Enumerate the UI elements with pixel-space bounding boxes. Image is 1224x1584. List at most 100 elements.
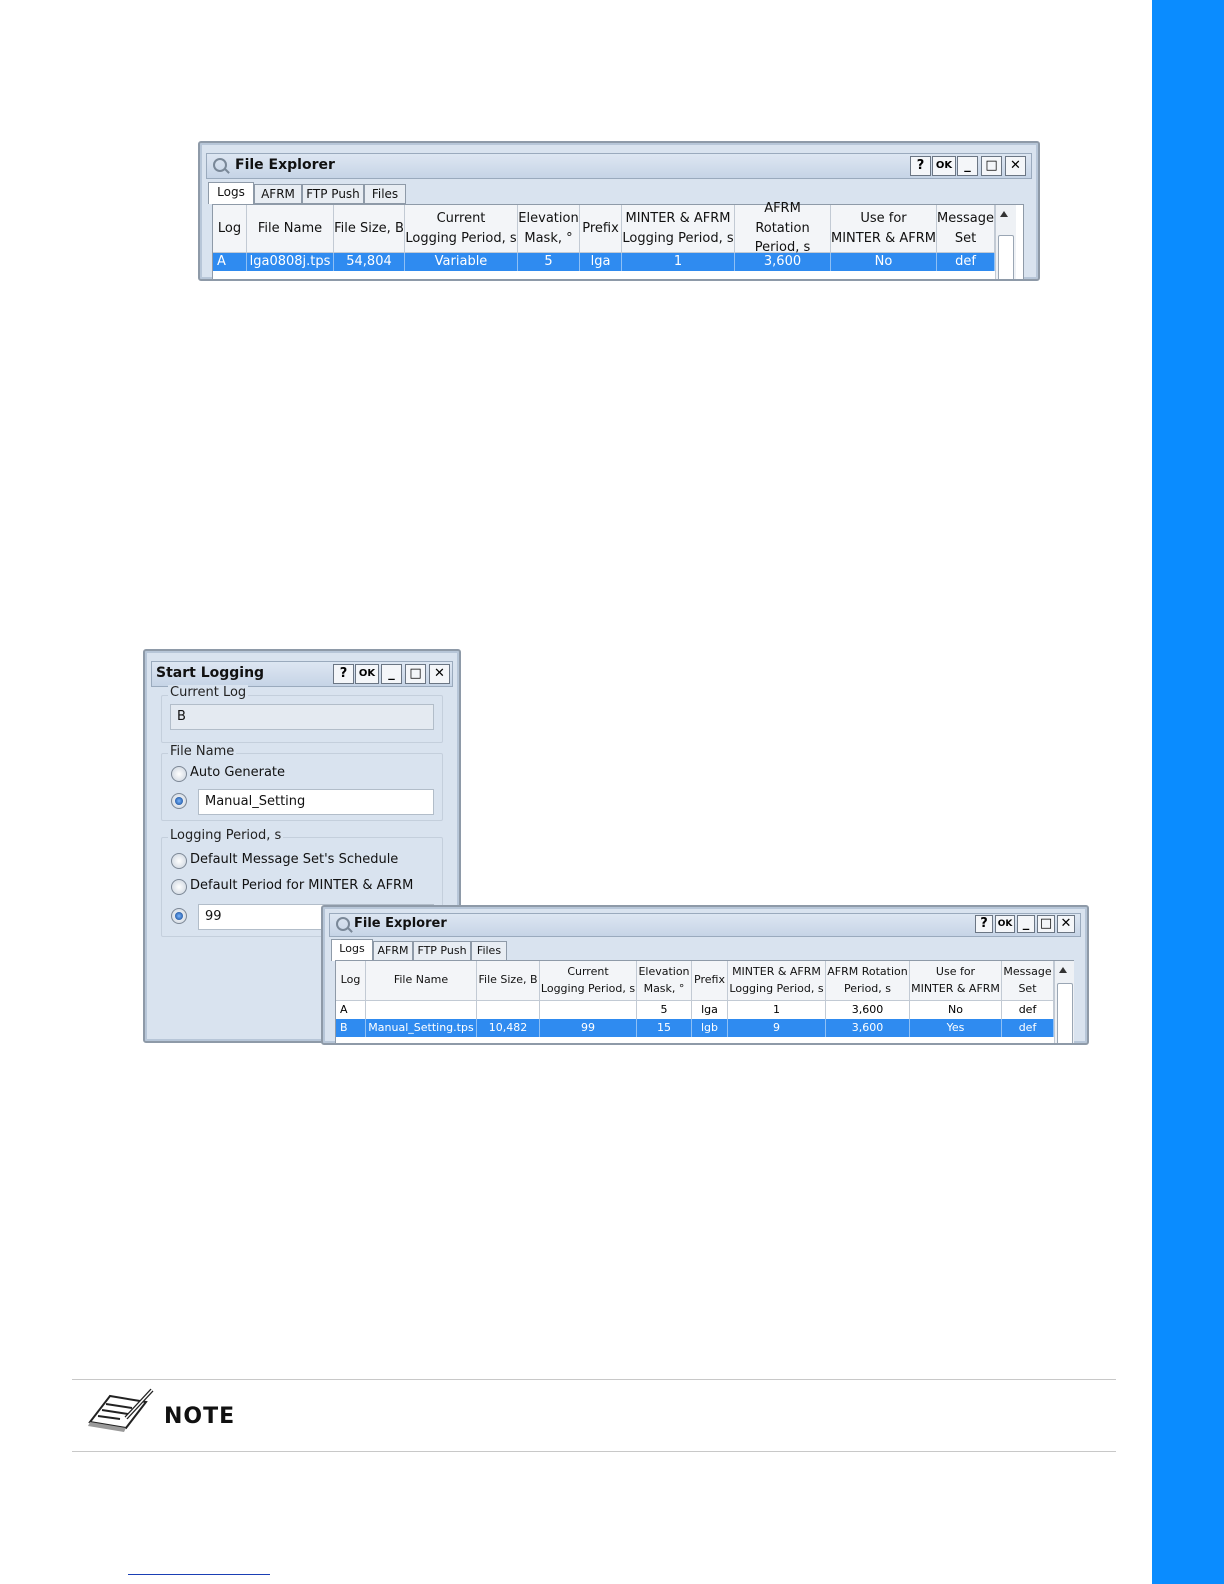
minimize-button[interactable]: _ xyxy=(1017,915,1035,933)
table-cell: lga xyxy=(692,1001,728,1019)
table-cell: A xyxy=(213,253,247,271)
table-cell xyxy=(540,1001,637,1019)
column-header[interactable]: Message Set xyxy=(937,205,995,253)
auto-generate-radio[interactable] xyxy=(171,766,187,782)
column-header[interactable]: Prefix xyxy=(580,205,622,253)
table-cell: A xyxy=(336,1001,366,1019)
table-cell: 5 xyxy=(518,253,580,271)
column-header[interactable]: File Size, B xyxy=(334,205,405,253)
close-button[interactable]: ✕ xyxy=(1005,156,1026,176)
table-cell: lgb xyxy=(692,1019,728,1037)
table-cell: def xyxy=(1002,1019,1054,1037)
tab-ftp-push[interactable]: FTP Push xyxy=(302,184,364,204)
custom-period-radio[interactable] xyxy=(171,908,187,924)
minimize-button[interactable]: _ xyxy=(957,156,978,176)
page-side-bar xyxy=(1152,0,1224,1584)
table-cell: 3,600 xyxy=(735,253,831,271)
start-logging-title-bar[interactable]: Start Logging ? OK _ □ ✕ xyxy=(151,661,453,687)
vertical-scrollbar[interactable] xyxy=(995,205,1016,279)
table-cell xyxy=(366,1001,477,1019)
close-button[interactable]: ✕ xyxy=(429,664,450,684)
note-pencil-icon xyxy=(88,1388,154,1432)
column-header[interactable]: Use for MINTER & AFRM xyxy=(831,205,937,253)
vertical-scrollbar[interactable] xyxy=(1054,961,1074,1043)
tab-logs[interactable]: Logs xyxy=(208,182,254,204)
column-header[interactable]: File Size, B xyxy=(477,961,540,1001)
maximize-button[interactable]: □ xyxy=(405,664,426,684)
tab-files[interactable]: Files xyxy=(364,184,406,204)
column-header[interactable]: AFRM Rotation Period, s xyxy=(826,961,910,1001)
note-top-rule xyxy=(72,1379,1116,1380)
table-cell: No xyxy=(831,253,937,271)
tab-afrm[interactable]: AFRM xyxy=(373,941,413,961)
column-header[interactable]: File Name xyxy=(247,205,334,253)
manual-setting-radio[interactable] xyxy=(171,793,187,809)
default-minter-label[interactable]: Default Period for MINTER & AFRM xyxy=(190,878,413,893)
table-row[interactable]: B Manual_Setting.tps 10,482 99 15 lgb 9 3,600 Ye… xyxy=(336,1019,1054,1037)
column-header[interactable]: Elevation Mask, ° xyxy=(518,205,580,253)
column-header[interactable]: Log xyxy=(213,205,247,253)
column-header[interactable]: File Name xyxy=(366,961,477,1001)
table-cell: 15 xyxy=(637,1019,692,1037)
table-cell: lga0808j.tps xyxy=(247,253,334,271)
close-button[interactable]: ✕ xyxy=(1057,915,1075,933)
table-row[interactable]: Alga0808j.tps 54,804 Variable 5 lga 1 3,600 No d… xyxy=(213,253,995,271)
maximize-button[interactable]: □ xyxy=(981,156,1002,176)
scroll-up-icon[interactable] xyxy=(1059,967,1067,973)
help-button[interactable]: ? xyxy=(333,664,354,684)
file-name-label: File Name xyxy=(168,744,237,759)
table-cell: def xyxy=(937,253,995,271)
table-row[interactable]: A 5 lga 1 3,600 No def xyxy=(336,1001,1054,1019)
tab-files[interactable]: Files xyxy=(471,941,507,961)
tab-afrm[interactable]: AFRM xyxy=(254,184,302,204)
default-message-set-radio[interactable] xyxy=(171,853,187,869)
current-log-label: Current Log xyxy=(168,685,249,700)
column-header[interactable]: Current Logging Period, s xyxy=(405,205,518,253)
scroll-thumb[interactable] xyxy=(1057,983,1073,1043)
file-explorer-title-bar[interactable]: File Explorer ? OK _ □ ✕ xyxy=(206,153,1032,179)
table-cell: 5 xyxy=(637,1001,692,1019)
column-header[interactable]: MINTER & AFRM Logging Period, s xyxy=(728,961,826,1001)
scroll-thumb[interactable] xyxy=(998,235,1014,279)
ok-button[interactable]: OK xyxy=(355,664,379,684)
search-icon xyxy=(213,158,227,172)
column-header[interactable]: Message Set xyxy=(1002,961,1054,1001)
tab-logs[interactable]: Logs xyxy=(331,939,373,961)
table-cell: No xyxy=(910,1001,1002,1019)
column-header[interactable]: Prefix xyxy=(692,961,728,1001)
table-cell: 1 xyxy=(622,253,735,271)
file-explorer-window-1: File Explorer ? OK _ □ ✕ Logs AFRM FTP Pus… xyxy=(198,141,1040,281)
table-cell: lga xyxy=(580,253,622,271)
footer-link-underline[interactable] xyxy=(128,1574,270,1575)
table-cell: 9 xyxy=(728,1019,826,1037)
column-header[interactable]: MINTER & AFRM Logging Period, s xyxy=(622,205,735,253)
file-explorer-title-bar[interactable]: File Explorer ? OK _ □ ✕ xyxy=(329,913,1081,937)
default-message-set-label[interactable]: Default Message Set's Schedule xyxy=(190,852,398,867)
table-cell: 3,600 xyxy=(826,1019,910,1037)
maximize-button[interactable]: □ xyxy=(1037,915,1055,933)
table-cell: 1 xyxy=(728,1001,826,1019)
column-header[interactable]: Current Logging Period, s xyxy=(540,961,637,1001)
current-log-field: B xyxy=(170,704,434,730)
scroll-up-icon[interactable] xyxy=(1000,211,1008,217)
column-header[interactable]: Use for MINTER & AFRM xyxy=(910,961,1002,1001)
default-minter-radio[interactable] xyxy=(171,879,187,895)
file-name-input[interactable]: Manual_Setting xyxy=(198,789,434,815)
column-header[interactable]: AFRM Rotation Period, s xyxy=(735,201,831,255)
auto-generate-label[interactable]: Auto Generate xyxy=(190,765,285,780)
ok-button[interactable]: OK xyxy=(995,915,1015,933)
column-header[interactable]: Elevation Mask, ° xyxy=(637,961,692,1001)
search-icon xyxy=(336,917,350,931)
explorer-tabs: Logs AFRM FTP Push Files xyxy=(331,939,731,961)
minimize-button[interactable]: _ xyxy=(381,664,402,684)
table-cell: Manual_Setting.tps xyxy=(366,1019,477,1037)
table-cell: def xyxy=(1002,1001,1054,1019)
ok-button[interactable]: OK xyxy=(932,156,956,176)
table-cell: 10,482 xyxy=(477,1019,540,1037)
explorer-tabs: Logs AFRM FTP Push Files xyxy=(208,182,608,204)
help-button[interactable]: ? xyxy=(910,156,931,176)
table-cell xyxy=(477,1001,540,1019)
tab-ftp-push[interactable]: FTP Push xyxy=(413,941,471,961)
column-header[interactable]: Log xyxy=(336,961,366,1001)
help-button[interactable]: ? xyxy=(975,915,993,933)
